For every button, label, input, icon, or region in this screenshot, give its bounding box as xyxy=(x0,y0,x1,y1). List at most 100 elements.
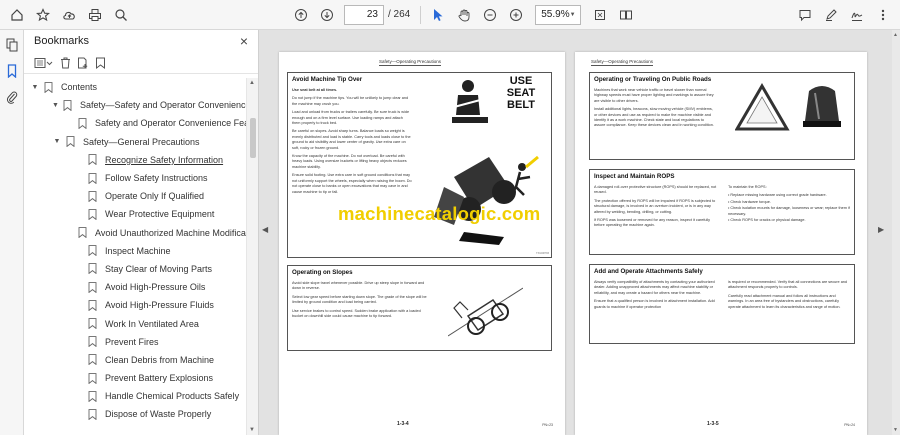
bookmark-flag-icon xyxy=(88,318,97,330)
tipping-loader-illustration xyxy=(434,155,539,245)
page-number: 1-3-4 xyxy=(397,421,409,427)
close-icon[interactable]: × xyxy=(240,33,248,49)
bookmark-item[interactable]: ▼ Safety—Safety and Operator Conveniences xyxy=(24,96,246,114)
section-body: A damaged roll-over protective structure… xyxy=(590,182,722,235)
delete-bookmark-icon[interactable] xyxy=(60,57,71,69)
bookmark-label: Clean Debris from Machine xyxy=(105,354,215,365)
bookmark-item[interactable]: ▼ Safety—General Precautions xyxy=(24,133,246,151)
smv-emblem-icon xyxy=(735,83,790,131)
bookmark-item[interactable]: Prevent Battery Explosions xyxy=(24,369,246,387)
bookmark-item[interactable]: Clean Debris from Machine xyxy=(24,351,246,369)
zoom-out-icon[interactable] xyxy=(477,2,503,28)
scroll-up-icon[interactable]: ▲ xyxy=(249,80,255,86)
page-number: 1-3-5 xyxy=(707,421,719,427)
bookmarks-scroll-thumb[interactable] xyxy=(250,118,256,158)
seatbelt-label-belt: BELT xyxy=(507,99,535,111)
expand-toggle-icon[interactable]: ▼ xyxy=(30,84,40,91)
main-toolbar: 23 / 264 55.9% ▼ xyxy=(0,0,900,30)
two-page-view-icon[interactable] xyxy=(613,2,639,28)
page-number-input[interactable]: 23 xyxy=(344,4,384,25)
zoom-level-dropdown[interactable]: 55.9% ▼ xyxy=(535,4,582,25)
fit-page-icon[interactable] xyxy=(587,2,613,28)
paragraph: Always verify compatibility of attachmen… xyxy=(594,280,715,295)
comment-icon[interactable] xyxy=(792,2,818,28)
bookmark-item[interactable]: Dispose of Waste Properly xyxy=(24,405,246,423)
bookmark-flag-icon xyxy=(66,136,75,148)
scroll-down-icon[interactable]: ▼ xyxy=(893,427,898,433)
toolbar-divider xyxy=(420,5,422,24)
page-code: PN=24 xyxy=(844,423,855,427)
bookmark-item[interactable]: Work In Ventilated Area xyxy=(24,314,246,332)
list-item: • Check hardware torque. xyxy=(728,199,771,204)
section-title: Operating on Slopes xyxy=(292,269,353,276)
bookmarks-panel-icon[interactable] xyxy=(0,58,24,84)
bookmark-flag-icon xyxy=(88,409,97,420)
scroll-up-icon[interactable]: ▲ xyxy=(893,32,898,38)
hand-tool-icon[interactable] xyxy=(451,2,477,28)
expand-toggle-icon[interactable]: ▼ xyxy=(52,102,59,109)
scroll-down-icon[interactable]: ▼ xyxy=(249,427,255,433)
sign-icon[interactable] xyxy=(844,2,870,28)
next-page-icon[interactable] xyxy=(314,2,340,28)
list-item: • Replace missing hardware using correct… xyxy=(728,193,827,198)
bookmark-item[interactable]: Wear Protective Equipment xyxy=(24,205,246,223)
bookmark-label: Follow Safety Instructions xyxy=(105,173,208,184)
pdf-page-left: Safety—Operating Precautions Avoid Machi… xyxy=(279,52,565,435)
upload-icon[interactable] xyxy=(56,2,82,28)
search-icon[interactable] xyxy=(108,2,134,28)
bookmark-item[interactable]: Safety and Operator Convenience Features xyxy=(24,114,246,132)
bookmark-item[interactable]: Avoid High-Pressure Fluids xyxy=(24,296,246,314)
bookmark-item[interactable]: Handle Chemical Products Safely xyxy=(24,387,246,405)
bookmark-item[interactable]: Prevent Fires xyxy=(24,333,246,351)
home-icon[interactable] xyxy=(4,2,30,28)
bookmark-options-icon[interactable] xyxy=(34,57,54,69)
collapse-right-icon[interactable]: ▶ xyxy=(878,225,884,234)
bookmark-item[interactable]: ▼ Contents xyxy=(24,78,246,96)
bookmark-flag-icon xyxy=(88,372,97,384)
bookmark-tag-icon[interactable] xyxy=(95,57,106,69)
viewer-scrollbar[interactable]: ▲ ▼ xyxy=(892,30,900,435)
pdf-page-right: Safety—Operating Precautions Operating o… xyxy=(575,52,867,435)
previous-page-icon[interactable] xyxy=(288,2,314,28)
bookmark-label: Safety and Operator Convenience Features xyxy=(95,118,246,129)
bookmarks-panel: Bookmarks × ▼ Contents ▼ Safety—Safety and … xyxy=(24,30,259,435)
paragraph: Be careful on slopes. Avoid sharp turns.… xyxy=(292,129,411,150)
bookmark-item[interactable]: Inspect Machine xyxy=(24,242,246,260)
page-code: PN=23 xyxy=(542,423,553,427)
slope-loader-illustration xyxy=(448,287,523,337)
page-thumbnails-icon[interactable] xyxy=(0,32,24,58)
bookmark-flag-icon xyxy=(88,263,97,275)
print-icon[interactable] xyxy=(82,2,108,28)
bookmarks-scrollbar[interactable]: ▲ ▼ xyxy=(246,78,258,435)
paragraph: Carefully read attachment manual and fol… xyxy=(728,293,841,309)
attachments-section: Add and Operate Attachments Safely Alway… xyxy=(589,264,855,344)
document-viewer[interactable]: ◀ Safety—Operating Precautions Avoid Mac… xyxy=(259,30,900,435)
select-cursor-icon[interactable] xyxy=(425,2,451,28)
collapse-left-icon[interactable]: ◀ xyxy=(262,225,268,234)
bookmarks-toolbar xyxy=(24,52,258,74)
section-title: Inspect and Maintain ROPS xyxy=(594,173,675,180)
bookmark-flag-icon xyxy=(88,336,97,348)
zoom-in-icon[interactable] xyxy=(503,2,529,28)
list-item: • Check ROPS for cracks or physical dama… xyxy=(728,218,806,223)
bookmark-label: Avoid High-Pressure Fluids xyxy=(105,300,214,311)
highlight-pen-icon[interactable] xyxy=(818,2,844,28)
bookmark-flag-icon xyxy=(88,190,97,202)
bookmark-item[interactable]: Recognize Safety Information xyxy=(24,151,246,169)
bookmark-label: Safety—Safety and Operator Conveniences xyxy=(79,100,246,111)
bookmark-item[interactable]: Avoid High-Pressure Oils xyxy=(24,278,246,296)
bookmark-item[interactable]: Operate Only If Qualified xyxy=(24,187,246,205)
bookmark-flag-icon xyxy=(78,118,87,129)
bookmark-item[interactable]: Avoid Unauthorized Machine Modifications xyxy=(24,224,246,242)
bookmark-item[interactable]: Follow Safety Instructions xyxy=(24,169,246,187)
section-body: Use seat belt at all times. Do not jump … xyxy=(288,85,416,201)
more-options-icon[interactable] xyxy=(870,2,896,28)
attachments-paperclip-icon[interactable] xyxy=(0,84,24,110)
expand-toggle-icon[interactable]: ▼ xyxy=(52,138,62,145)
paragraph: Machines that work near vehicle traffic … xyxy=(594,88,714,103)
chevron-down-icon: ▼ xyxy=(569,11,576,18)
seatbelt-label-seat: SEAT xyxy=(506,87,536,99)
add-bookmark-icon[interactable] xyxy=(77,57,89,69)
bookmark-star-icon[interactable] xyxy=(30,2,56,28)
bookmark-item[interactable]: Stay Clear of Moving Parts xyxy=(24,260,246,278)
